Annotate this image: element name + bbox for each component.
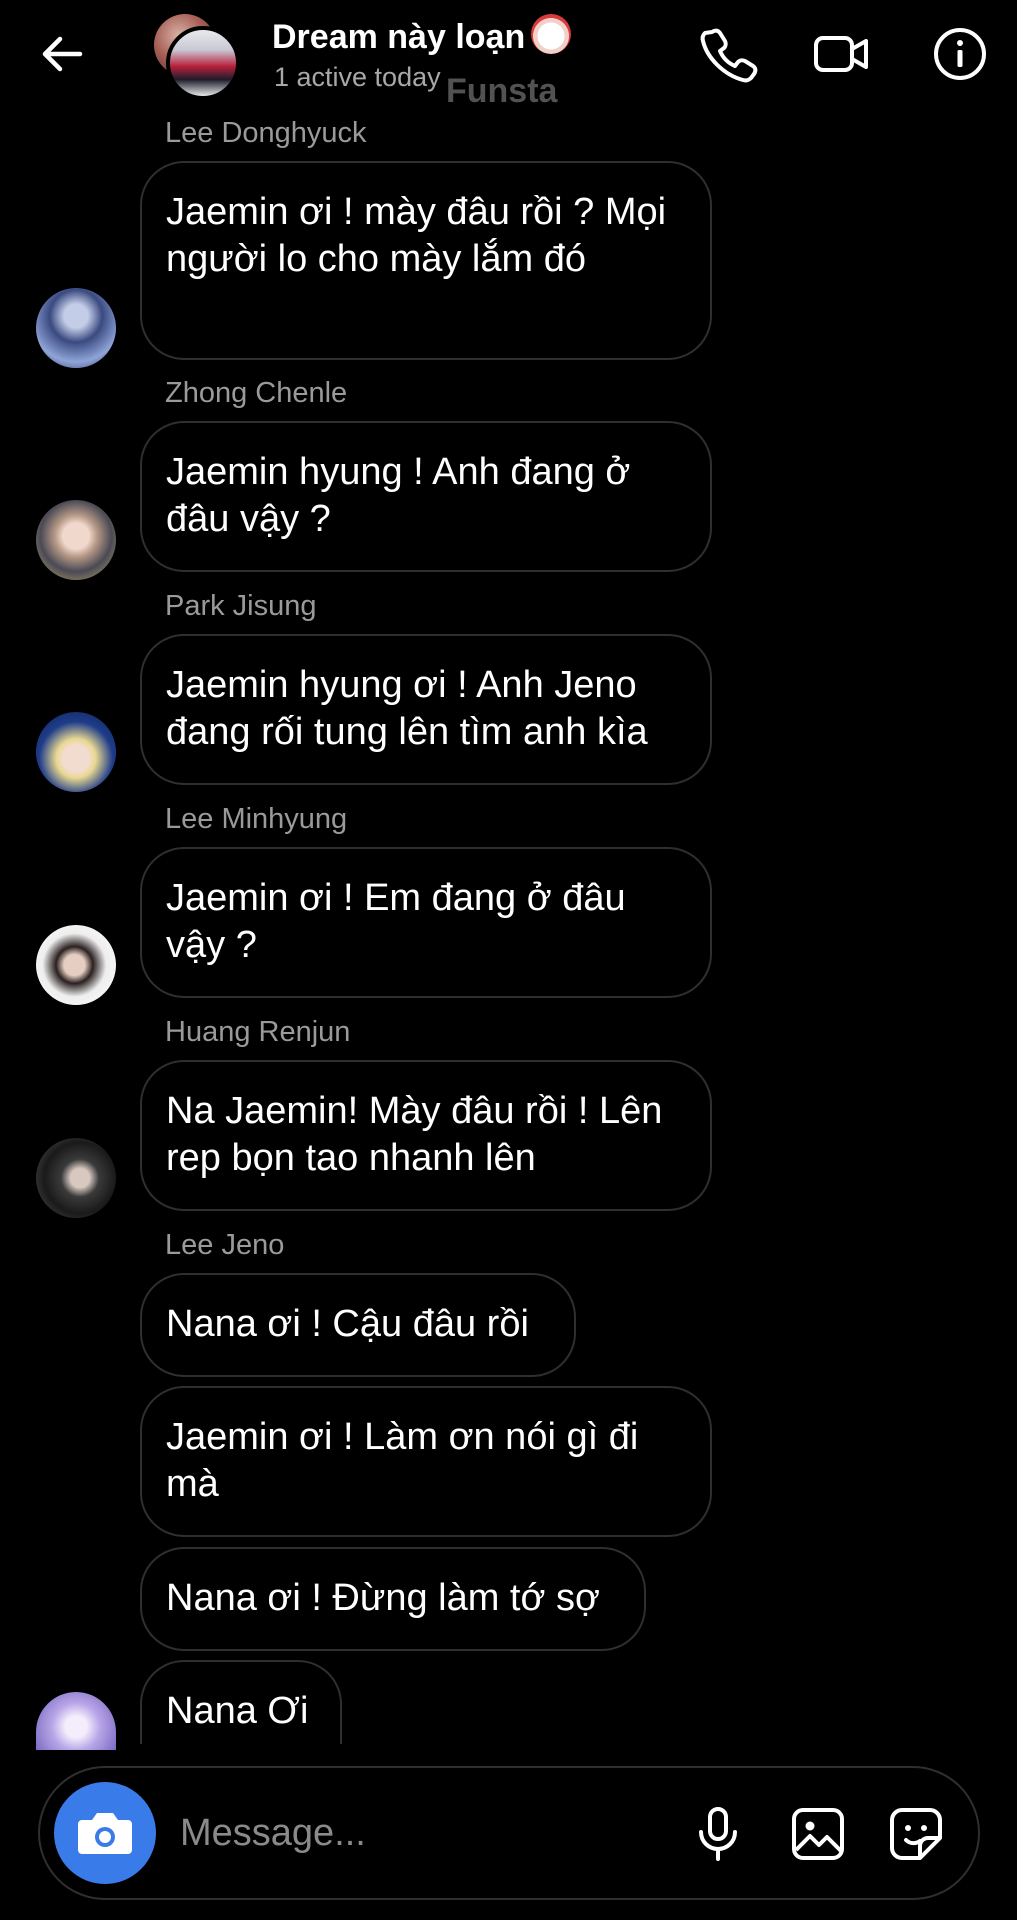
message-bubble[interactable]: Nana ơi ! Cậu đâu rồi [140, 1273, 576, 1377]
camera-button[interactable] [54, 1782, 156, 1884]
message-bubble[interactable]: Nana ơi ! Đừng làm tớ sợ [140, 1547, 646, 1651]
avatar[interactable] [36, 500, 116, 580]
message-bubble[interactable]: Na Jaemin! Mày đâu rồi ! Lên rep bọn tao… [140, 1060, 712, 1211]
sender-name: Lee Minhyung [165, 803, 348, 835]
active-status: 1 active today [274, 62, 441, 92]
group-avatar[interactable] [154, 14, 240, 100]
message-bubble[interactable]: Jaemin ơi ! mày đâu rồi ? Mọi người lo c… [140, 161, 712, 360]
message-input[interactable] [180, 1802, 540, 1864]
watermark: Funsta [446, 72, 558, 110]
chat-title-text: Dream này loạn [272, 18, 526, 56]
video-camera-icon[interactable] [812, 24, 872, 84]
back-arrow-icon[interactable] [36, 28, 88, 80]
avatar[interactable] [36, 712, 116, 792]
avatar[interactable] [36, 288, 116, 368]
avatar[interactable] [36, 925, 116, 1005]
message-bubble[interactable]: Jaemin ơi ! Em đang ở đâu vậy ? [140, 847, 712, 998]
message-bubble[interactable]: Jaemin hyung ! Anh đang ở đâu vậy ? [140, 421, 712, 572]
message-bubble[interactable]: Nana Ơi [140, 1660, 342, 1744]
message-composer [38, 1766, 980, 1900]
chat-header: Dream này loạn 1 active today Funsta [0, 0, 1017, 112]
sender-name: Zhong Chenle [165, 377, 348, 409]
message-bubble[interactable]: Jaemin hyung ơi ! Anh Jeno đang rối tung… [140, 634, 712, 785]
clown-emoji-icon [531, 14, 572, 54]
sender-name: Park Jisung [165, 590, 317, 622]
info-icon[interactable] [930, 24, 990, 84]
phone-icon[interactable] [698, 24, 758, 84]
avatar[interactable] [36, 1138, 116, 1218]
sender-name: Lee Donghyuck [165, 117, 367, 149]
microphone-icon[interactable] [688, 1804, 748, 1864]
chat-title[interactable]: Dream này loạn [272, 14, 572, 57]
gallery-icon[interactable] [788, 1804, 848, 1864]
camera-icon [78, 1813, 132, 1854]
group-avatar-front [166, 26, 240, 100]
sender-name: Lee Jeno [165, 1229, 285, 1261]
sender-name: Huang Renjun [165, 1016, 351, 1048]
sticker-icon[interactable] [886, 1804, 946, 1864]
avatar[interactable] [36, 1692, 116, 1750]
message-bubble[interactable]: Jaemin ơi ! Làm ơn nói gì đi mà [140, 1386, 712, 1537]
